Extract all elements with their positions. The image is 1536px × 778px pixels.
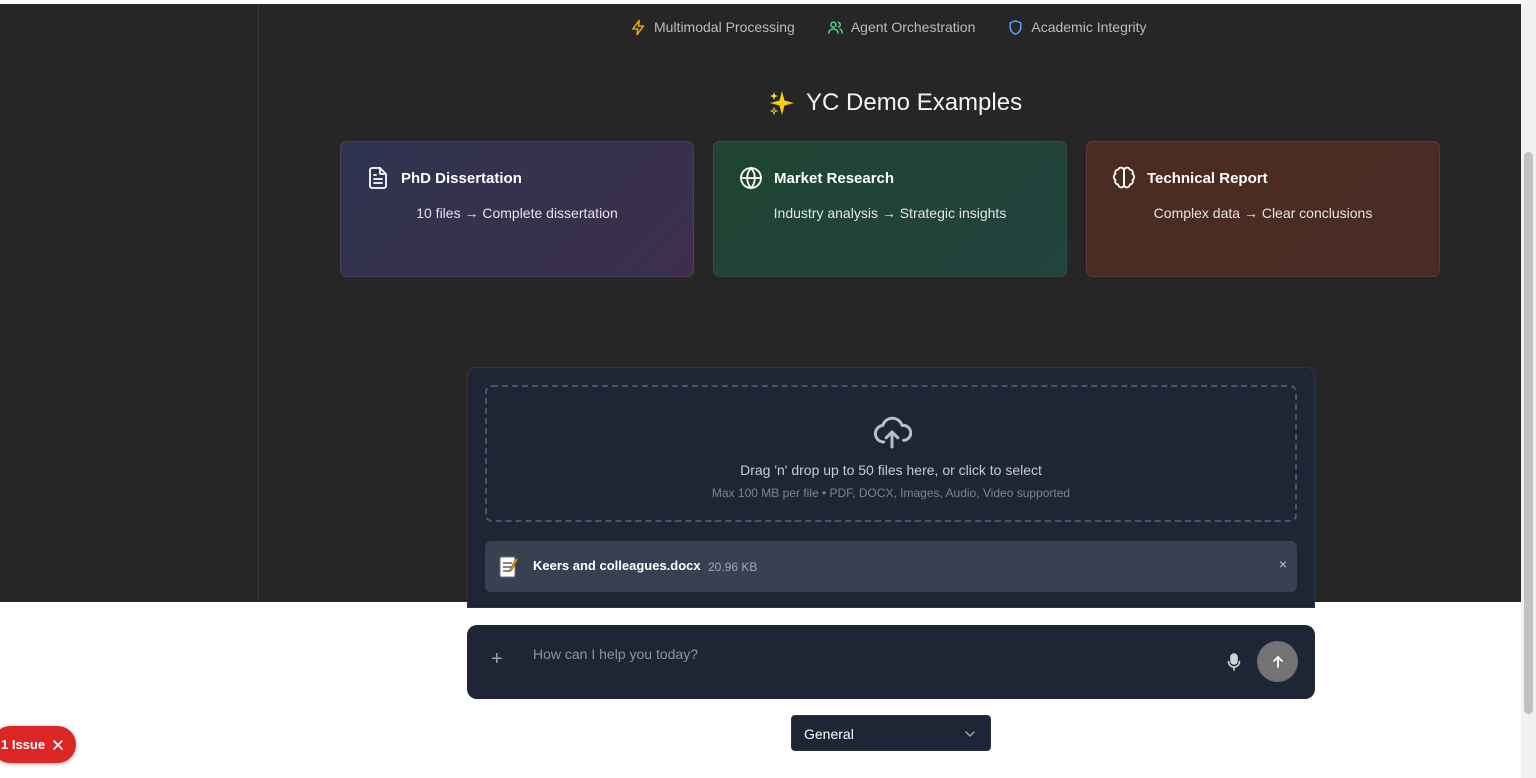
microphone-icon[interactable] (1226, 653, 1242, 671)
issues-label: 1 Issue (1, 737, 46, 752)
dropzone-limits: Max 100 MB per file • PDF, DOCX, Images,… (711, 486, 1071, 500)
demo-card-technical-report[interactable]: Technical Report Complex data → Clear co… (1086, 141, 1440, 277)
chat-input[interactable] (531, 641, 1215, 667)
demo-card-phd-dissertation[interactable]: PhD Dissertation 10 files → Complete dis… (340, 141, 694, 277)
card-description: Complex data → Clear conclusions (1153, 205, 1373, 221)
file-size: 20.96 KB (708, 560, 758, 574)
file-dropzone[interactable]: Drag 'n' drop up to 50 files here, or cl… (485, 385, 1297, 522)
issues-badge[interactable]: 1 Issue (0, 726, 76, 763)
demo-title: YC Demo Examples (806, 89, 1023, 116)
feature-label: Agent Orchestration (850, 19, 976, 35)
arrow-up-icon (1272, 655, 1283, 668)
demo-heading: YC Demo Examples (768, 86, 1022, 120)
shield-icon (1009, 19, 1022, 35)
file-name: Keers and colleagues.docx (533, 558, 701, 573)
file-memo-icon (499, 556, 519, 578)
sidebar-divider (258, 4, 259, 602)
card-title: Market Research (774, 169, 895, 187)
uploaded-file-item: Keers and colleagues.docx 20.96 KB × (485, 541, 1297, 592)
feature-academic-integrity: Academic Integrity (1007, 19, 1147, 36)
card-title: Technical Report (1147, 169, 1268, 187)
scrollbar-thumb[interactable] (1524, 152, 1533, 714)
add-attachment-button[interactable]: + (491, 648, 503, 671)
users-icon (827, 20, 843, 34)
mode-select[interactable]: General (791, 715, 991, 751)
sparkles-icon (769, 91, 794, 116)
feature-label: Academic Integrity (1031, 19, 1147, 35)
close-icon[interactable] (53, 739, 63, 750)
chat-composer: + (467, 625, 1315, 699)
demo-card-market-research[interactable]: Market Research Industry analysis → Stra… (713, 141, 1067, 277)
chevron-down-icon (965, 731, 975, 738)
upload-panel: Drag 'n' drop up to 50 files here, or cl… (467, 367, 1315, 608)
card-title: PhD Dissertation (401, 169, 522, 187)
feature-highlights: Multimodal Processing Agent Orchestratio… (630, 16, 1147, 38)
document-icon (369, 167, 387, 189)
card-description: Industry analysis → Strategic insights (773, 205, 1007, 221)
card-description: 10 files → Complete dissertation (416, 205, 618, 221)
brain-icon (1112, 166, 1136, 189)
mode-select-value: General (804, 726, 854, 742)
globe-icon (740, 166, 762, 190)
remove-file-button[interactable]: × (1279, 556, 1287, 572)
feature-agent-orchestration: Agent Orchestration (827, 19, 976, 36)
send-button[interactable] (1257, 641, 1298, 682)
dropzone-instructions: Drag 'n' drop up to 50 files here, or cl… (740, 462, 1042, 478)
feature-label: Multimodal Processing (654, 19, 795, 35)
cloud-upload-icon (873, 416, 912, 449)
lightning-icon (632, 19, 645, 35)
feature-multimodal: Multimodal Processing (630, 19, 795, 36)
